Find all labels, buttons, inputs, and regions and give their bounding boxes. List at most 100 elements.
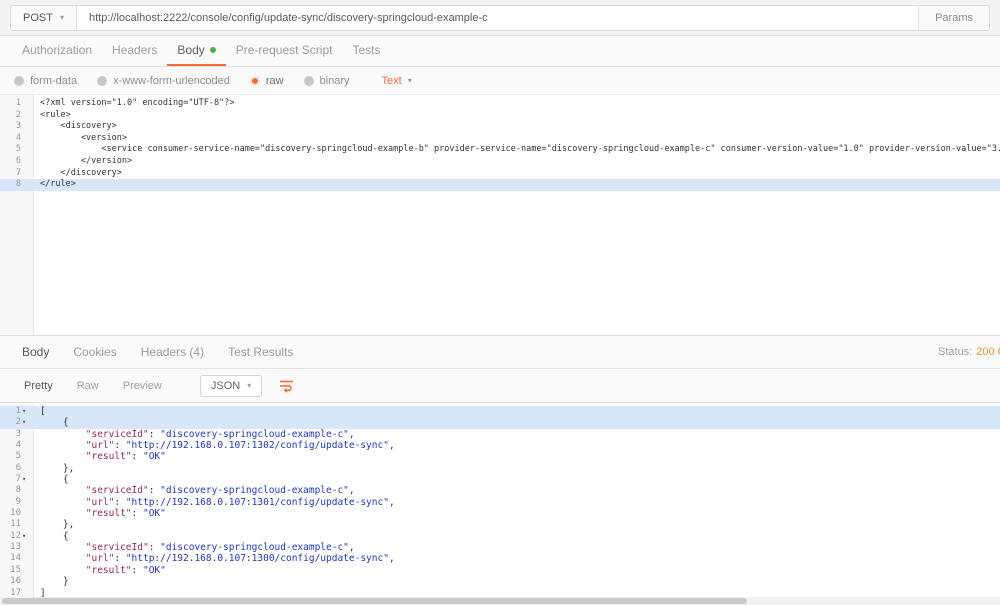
code-line[interactable]: 1<?xml version="1.0" encoding="UTF-8"?> [0,98,1000,110]
url-container: POST ▾ http://localhost:2222/console/con… [10,5,990,31]
radio-icon [14,76,24,86]
code-line[interactable]: 6 }, [0,463,1000,474]
code-line[interactable]: 9 "url": "http://192.168.0.107:1301/conf… [0,497,1000,508]
code-line[interactable]: 7 </discovery> [0,168,1000,180]
url-input[interactable]: http://localhost:2222/console/config/upd… [77,6,918,30]
code-text: <version> [34,133,127,145]
tab-response-headers[interactable]: Headers (4) [131,345,214,359]
fold-caret-icon[interactable]: ▾ [22,474,32,485]
radio-icon [97,76,107,86]
line-number: 17 [0,588,34,598]
response-view-toolbar: Pretty Raw Preview JSON ▾ [0,369,1000,403]
method-dropdown[interactable]: POST ▾ [11,6,77,30]
code-text: { [34,474,69,485]
tab-authorization[interactable]: Authorization [12,36,102,66]
request-body-editor[interactable]: 1<?xml version="1.0" encoding="UTF-8"?>2… [0,95,1000,335]
code-line[interactable]: 2<rule> [0,110,1000,122]
line-number: 12▾ [0,531,34,542]
code-line[interactable]: 5 <service consumer-service-name="discov… [0,144,1000,156]
code-line[interactable]: 7▾ { [0,474,1000,485]
format-dropdown[interactable]: JSON ▾ [200,375,262,397]
fold-caret-icon[interactable]: ▾ [22,531,32,542]
tab-pre-request-script[interactable]: Pre-request Script [226,36,343,66]
code-line[interactable]: 14 "url": "http://192.168.0.107:1300/con… [0,553,1000,564]
scrollbar-thumb[interactable] [2,598,747,604]
code-line[interactable]: 3 "serviceId": "discovery-springcloud-ex… [0,429,1000,440]
horizontal-scrollbar[interactable] [0,597,1000,605]
radio-label: binary [320,75,350,87]
code-line[interactable]: 4 "url": "http://192.168.0.107:1302/conf… [0,440,1000,451]
view-pretty[interactable]: Pretty [12,380,65,392]
response-body-editor[interactable]: 1▾[2▾ {3 "serviceId": "discovery-springc… [0,403,1000,597]
raw-format-dropdown[interactable]: Text ▾ [382,75,412,87]
line-number: 2 [0,110,34,122]
code-text: ] [34,588,46,598]
code-text: "serviceId": "discovery-springcloud-exam… [34,485,355,496]
code-text: "result": "OK" [34,508,166,519]
radio-selected-icon [250,76,260,86]
line-number: 16 [0,576,34,587]
tab-response-body[interactable]: Body [12,345,59,359]
tab-label: Test Results [228,345,293,359]
line-number: 5 [0,451,34,462]
body-type-form-data[interactable]: form-data [14,75,77,87]
line-number: 3 [0,429,34,440]
code-line[interactable]: 10 "result": "OK" [0,508,1000,519]
fold-caret-icon[interactable]: ▾ [22,417,32,428]
response-section-tabs: Body Cookies Headers (4) Test Results St… [0,335,1000,369]
code-line[interactable]: 16 } [0,576,1000,587]
code-text: </rule> [34,179,76,191]
code-line[interactable]: 4 <version> [0,133,1000,145]
view-preview[interactable]: Preview [111,380,174,392]
tab-headers[interactable]: Headers [102,36,167,66]
line-number: 4 [0,440,34,451]
status-label: Status: [938,346,972,358]
body-type-binary[interactable]: binary [304,75,350,87]
tab-label: Body [22,345,49,359]
code-text: "serviceId": "discovery-springcloud-exam… [34,542,355,553]
request-url-bar: POST ▾ http://localhost:2222/console/con… [0,0,1000,36]
code-line[interactable]: 5 "result": "OK" [0,451,1000,462]
tab-tests[interactable]: Tests [342,36,390,66]
code-text: }, [34,463,74,474]
code-text: <rule> [34,110,71,122]
code-line[interactable]: 11 }, [0,519,1000,530]
line-number: 2▾ [0,417,34,428]
body-type-raw[interactable]: raw [250,75,284,87]
line-number: 11 [0,519,34,530]
code-line[interactable]: 12▾ { [0,531,1000,542]
body-type-selector: form-data x-www-form-urlencoded raw bina… [0,67,1000,95]
tab-test-results[interactable]: Test Results [218,345,303,359]
method-label: POST [23,12,53,24]
chevron-down-icon: ▾ [408,77,412,85]
status-badge: Status: 200 OK [938,336,1000,368]
request-section-tabs: Authorization Headers Body Pre-request S… [0,36,1000,67]
code-line[interactable]: 8</rule> [0,179,1000,191]
status-value: 200 OK [976,346,1000,358]
code-line[interactable]: 13 "serviceId": "discovery-springcloud-e… [0,542,1000,553]
code-text: "serviceId": "discovery-springcloud-exam… [34,429,355,440]
code-text: </discovery> [34,168,122,180]
line-number: 6 [0,156,34,168]
radio-label: raw [266,75,284,87]
code-text: "url": "http://192.168.0.107:1300/config… [34,553,395,564]
fold-caret-icon[interactable]: ▾ [22,406,32,417]
code-line[interactable]: 17] [0,588,1000,598]
tab-cookies[interactable]: Cookies [63,345,126,359]
code-line[interactable]: 3 <discovery> [0,121,1000,133]
view-raw[interactable]: Raw [65,380,111,392]
raw-format-label: Text [382,75,402,87]
code-line[interactable]: 15 "result": "OK" [0,565,1000,576]
params-button[interactable]: Params [918,6,989,30]
code-line[interactable]: 8 "serviceId": "discovery-springcloud-ex… [0,485,1000,496]
line-number: 8 [0,179,34,191]
wrap-lines-icon[interactable] [278,378,295,393]
chevron-down-icon: ▾ [247,382,251,390]
tab-body[interactable]: Body [167,36,225,66]
tab-label: Headers [112,43,157,57]
code-line[interactable]: 2▾ { [0,417,1000,428]
code-line[interactable]: 6 </version> [0,156,1000,168]
body-type-x-www-form-urlencoded[interactable]: x-www-form-urlencoded [97,75,230,87]
chevron-down-icon: ▾ [60,14,64,22]
code-line[interactable]: 1▾[ [0,406,1000,417]
